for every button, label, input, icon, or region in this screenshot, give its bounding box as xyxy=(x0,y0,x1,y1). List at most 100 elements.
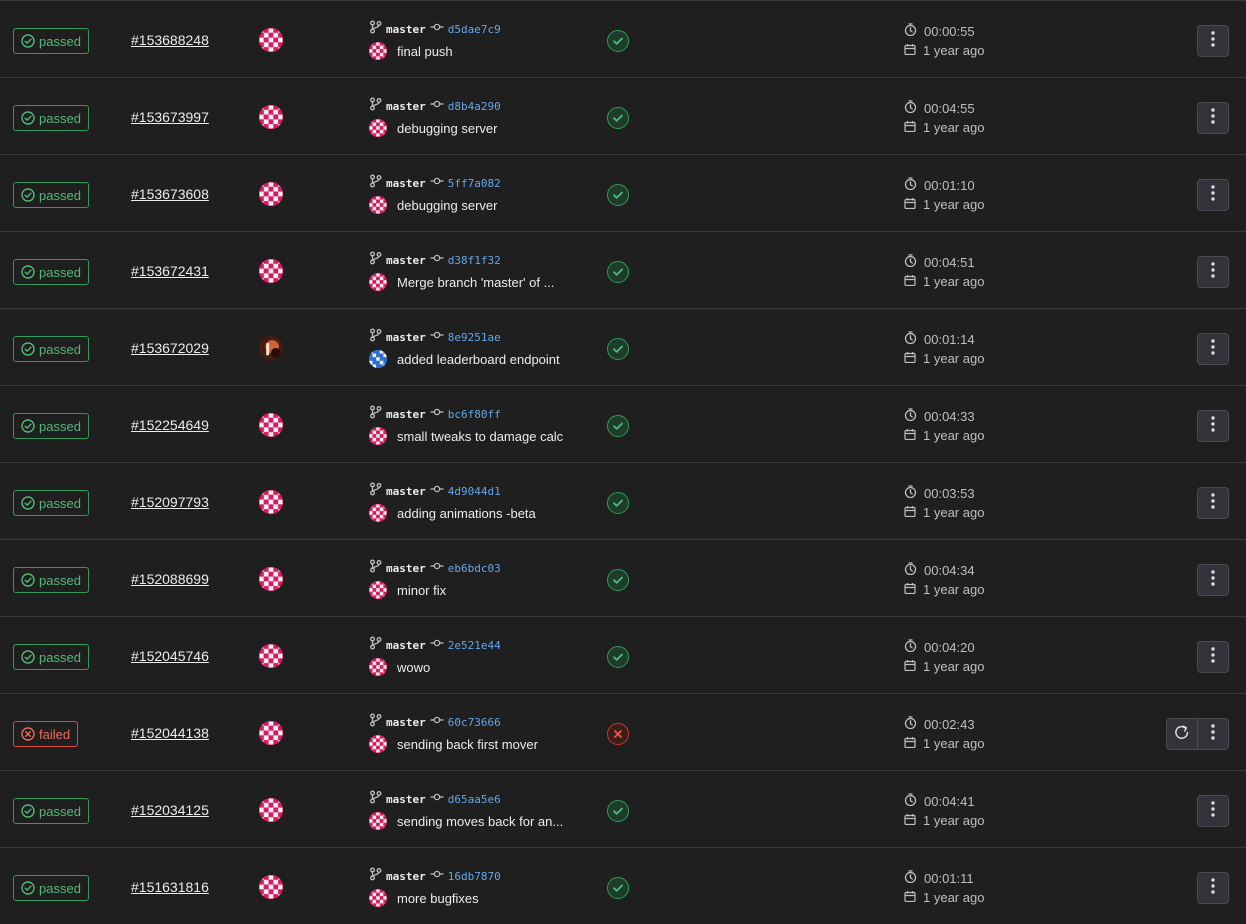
commit-author-avatar[interactable] xyxy=(369,812,387,830)
actions-menu-button[interactable] xyxy=(1197,333,1229,365)
actions-menu-button[interactable] xyxy=(1197,102,1229,134)
commit-title[interactable]: debugging server xyxy=(397,121,497,136)
stage-passed-icon[interactable] xyxy=(607,569,629,591)
commit-sha-link[interactable]: d5dae7c9 xyxy=(448,23,501,36)
status-badge[interactable]: passed xyxy=(13,490,89,516)
commit-sha-link[interactable]: bc6f80ff xyxy=(448,408,501,421)
commit-author-avatar[interactable] xyxy=(369,273,387,291)
commit-sha-link[interactable]: d38f1f32 xyxy=(448,254,501,267)
branch-name[interactable]: master xyxy=(386,408,426,421)
avatar[interactable] xyxy=(259,721,283,745)
commit-title[interactable]: final push xyxy=(397,44,453,59)
stage-passed-icon[interactable] xyxy=(607,261,629,283)
stage-passed-icon[interactable] xyxy=(607,338,629,360)
commit-sha-link[interactable]: 2e521e44 xyxy=(448,639,501,652)
commit-sha-link[interactable]: eb6bdc03 xyxy=(448,562,501,575)
pipeline-id-link[interactable]: #152045746 xyxy=(131,648,209,664)
pipeline-id-link[interactable]: #153672431 xyxy=(131,263,209,279)
stage-passed-icon[interactable] xyxy=(607,800,629,822)
commit-author-avatar[interactable] xyxy=(369,119,387,137)
status-badge[interactable]: passed xyxy=(13,105,89,131)
actions-menu-button[interactable] xyxy=(1197,641,1229,673)
avatar[interactable] xyxy=(259,28,283,52)
status-badge[interactable]: passed xyxy=(13,798,89,824)
avatar[interactable] xyxy=(259,644,283,668)
commit-sha-link[interactable]: 60c73666 xyxy=(448,716,501,729)
commit-author-avatar[interactable] xyxy=(369,504,387,522)
pipeline-id-link[interactable]: #153673608 xyxy=(131,186,209,202)
pipeline-id-link[interactable]: #152044138 xyxy=(131,725,209,741)
avatar[interactable] xyxy=(259,875,283,899)
stage-passed-icon[interactable] xyxy=(607,877,629,899)
commit-title[interactable]: minor fix xyxy=(397,583,446,598)
commit-author-avatar[interactable] xyxy=(369,42,387,60)
branch-name[interactable]: master xyxy=(386,562,426,575)
status-badge[interactable]: passed xyxy=(13,28,89,54)
actions-menu-button[interactable] xyxy=(1197,25,1229,57)
avatar[interactable] xyxy=(259,105,283,129)
pipeline-id-link[interactable]: #152254649 xyxy=(131,417,209,433)
pipeline-id-link[interactable]: #151631816 xyxy=(131,879,209,895)
actions-menu-button[interactable] xyxy=(1197,410,1229,442)
commit-sha-link[interactable]: d65aa5e6 xyxy=(448,793,501,806)
branch-name[interactable]: master xyxy=(386,870,426,883)
actions-menu-button[interactable] xyxy=(1197,179,1229,211)
status-badge[interactable]: failed xyxy=(13,721,79,747)
branch-name[interactable]: master xyxy=(386,793,426,806)
status-badge[interactable]: passed xyxy=(13,567,89,593)
avatar[interactable] xyxy=(259,182,283,206)
status-badge[interactable]: passed xyxy=(13,413,89,439)
commit-title[interactable]: more bugfixes xyxy=(397,891,479,906)
commit-sha-link[interactable]: 16db7870 xyxy=(448,870,501,883)
branch-name[interactable]: master xyxy=(386,177,426,190)
commit-title[interactable]: small tweaks to damage calc xyxy=(397,429,563,444)
commit-title[interactable]: sending moves back for an... xyxy=(397,814,563,829)
stage-passed-icon[interactable] xyxy=(607,107,629,129)
pipeline-id-link[interactable]: #153672029 xyxy=(131,340,209,356)
avatar[interactable] xyxy=(259,567,283,591)
stage-passed-icon[interactable] xyxy=(607,646,629,668)
branch-name[interactable]: master xyxy=(386,485,426,498)
pipeline-id-link[interactable]: #153673997 xyxy=(131,109,209,125)
commit-sha-link[interactable]: 8e9251ae xyxy=(448,331,501,344)
actions-menu-button[interactable] xyxy=(1197,795,1229,827)
stage-passed-icon[interactable] xyxy=(607,492,629,514)
status-badge[interactable]: passed xyxy=(13,182,89,208)
actions-menu-button[interactable] xyxy=(1197,564,1229,596)
actions-menu-button[interactable] xyxy=(1197,872,1229,904)
commit-sha-link[interactable]: d8b4a290 xyxy=(448,100,501,113)
avatar[interactable] xyxy=(259,798,283,822)
actions-menu-button[interactable] xyxy=(1197,487,1229,519)
branch-name[interactable]: master xyxy=(386,254,426,267)
status-badge[interactable]: passed xyxy=(13,644,89,670)
stage-failed-icon[interactable] xyxy=(607,723,629,745)
commit-title[interactable]: debugging server xyxy=(397,198,497,213)
commit-title[interactable]: sending back first mover xyxy=(397,737,538,752)
commit-title[interactable]: added leaderboard endpoint xyxy=(397,352,560,367)
branch-name[interactable]: master xyxy=(386,639,426,652)
avatar[interactable] xyxy=(259,490,283,514)
commit-title[interactable]: Merge branch 'master' of ... xyxy=(397,275,554,290)
stage-passed-icon[interactable] xyxy=(607,30,629,52)
commit-author-avatar[interactable] xyxy=(369,350,387,368)
commit-author-avatar[interactable] xyxy=(369,889,387,907)
commit-title[interactable]: adding animations -beta xyxy=(397,506,536,521)
branch-name[interactable]: master xyxy=(386,331,426,344)
avatar[interactable] xyxy=(259,259,283,283)
pipeline-id-link[interactable]: #152088699 xyxy=(131,571,209,587)
stage-passed-icon[interactable] xyxy=(607,184,629,206)
commit-title[interactable]: wowo xyxy=(397,660,430,675)
avatar[interactable] xyxy=(259,336,283,360)
avatar[interactable] xyxy=(259,413,283,437)
branch-name[interactable]: master xyxy=(386,100,426,113)
commit-author-avatar[interactable] xyxy=(369,196,387,214)
status-badge[interactable]: passed xyxy=(13,336,89,362)
status-badge[interactable]: passed xyxy=(13,259,89,285)
actions-menu-button[interactable] xyxy=(1197,256,1229,288)
branch-name[interactable]: master xyxy=(386,716,426,729)
retry-button[interactable] xyxy=(1166,718,1198,750)
status-badge[interactable]: passed xyxy=(13,875,89,901)
commit-sha-link[interactable]: 4d9044d1 xyxy=(448,485,501,498)
pipeline-id-link[interactable]: #152034125 xyxy=(131,802,209,818)
commit-author-avatar[interactable] xyxy=(369,581,387,599)
